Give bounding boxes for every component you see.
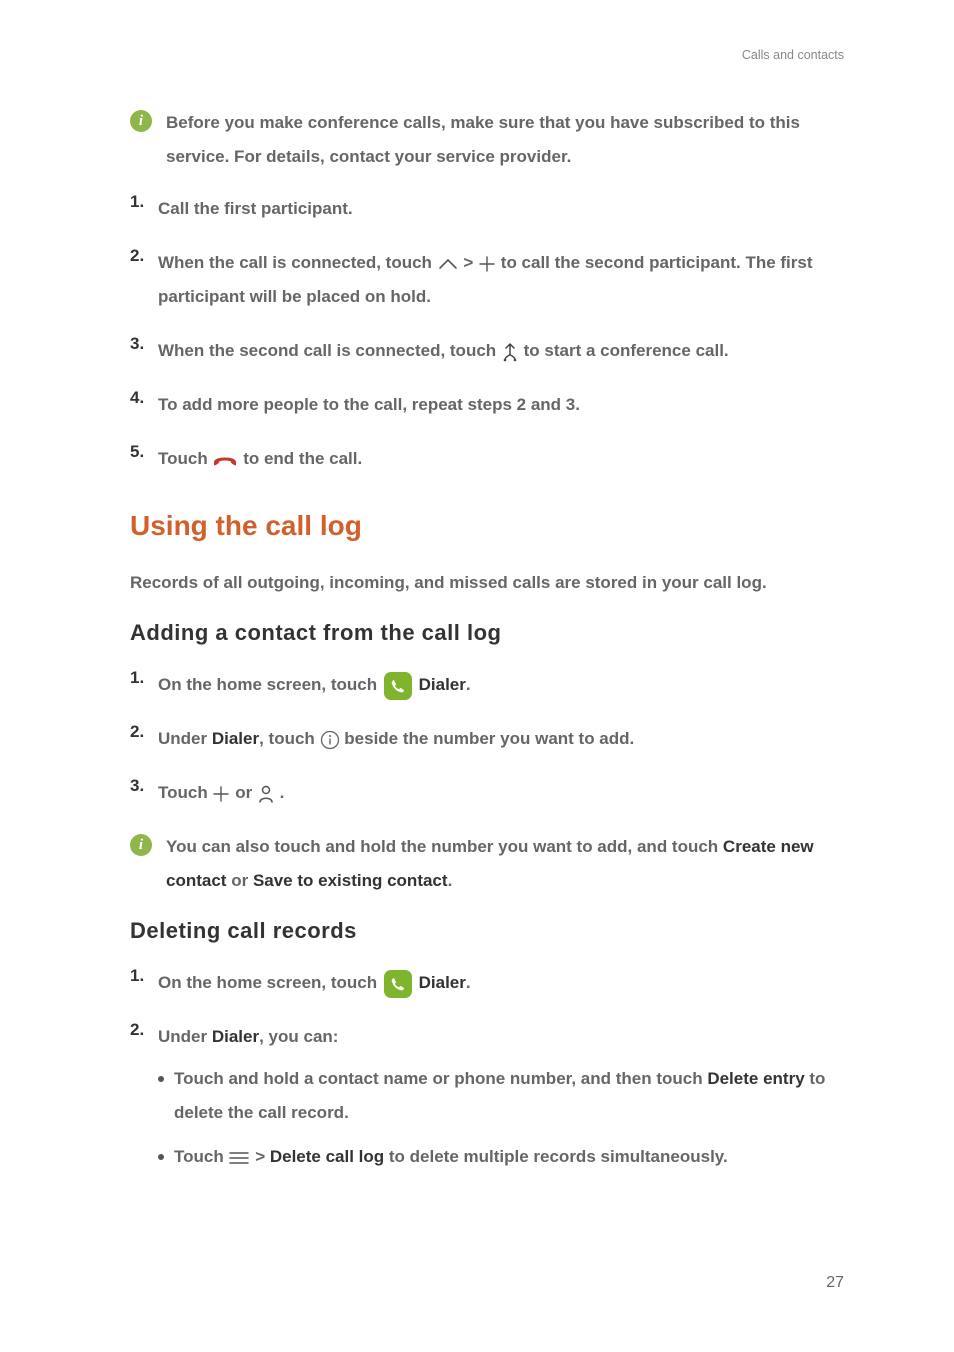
step-1: 1. Call the first participant. — [130, 192, 844, 226]
text: On the home screen, touch — [158, 675, 382, 694]
text: to start a conference call. — [524, 341, 729, 360]
menu-icon — [228, 1150, 250, 1166]
text: > — [255, 1147, 270, 1166]
bullet-body: Touch > Delete call log to delete multip… — [174, 1140, 844, 1174]
note-text: Before you make conference calls, make s… — [166, 106, 844, 174]
step-number: 3. — [130, 334, 154, 354]
merge-calls-icon — [501, 341, 519, 363]
text: Touch — [158, 783, 212, 802]
person-icon — [257, 784, 275, 804]
bullet-icon — [158, 1154, 164, 1160]
page: Calls and contacts i Before you make con… — [0, 0, 954, 1352]
text: . — [448, 871, 453, 890]
note-text: You can also touch and hold the number y… — [166, 830, 844, 898]
text: Under — [158, 729, 212, 748]
step-body: When the second call is connected, touch… — [158, 334, 844, 368]
header-section: Calls and contacts — [742, 48, 844, 62]
step-number: 2. — [130, 246, 154, 266]
page-number: 27 — [826, 1274, 844, 1292]
text: Touch — [174, 1147, 228, 1166]
step-body: Call the first participant. — [158, 192, 844, 226]
plus-icon — [478, 255, 496, 273]
intro-text: Records of all outgoing, incoming, and m… — [130, 566, 844, 600]
step-body: When the call is connected, touch > to c… — [158, 246, 844, 314]
step-body: Touch or . — [158, 776, 844, 810]
text: Under — [158, 1027, 212, 1046]
chevron-up-icon — [437, 256, 459, 272]
step-2: 2. When the call is connected, touch > t… — [130, 246, 844, 314]
content: i Before you make conference calls, make… — [130, 106, 844, 1174]
step-body: Under Dialer, you can: — [158, 1020, 844, 1054]
text: . — [280, 783, 285, 802]
step-4: 4. To add more people to the call, repea… — [130, 388, 844, 422]
text: You can also touch and hold the number y… — [166, 837, 723, 856]
text: Touch and hold a contact name or phone n… — [174, 1069, 707, 1088]
step-number: 5. — [130, 442, 154, 462]
note-touch-hold: i You can also touch and hold the number… — [130, 830, 844, 898]
del-step-2: 2. Under Dialer, you can: — [130, 1020, 844, 1054]
heading-deleting-records: Deleting call records — [130, 918, 844, 944]
note-conference: i Before you make conference calls, make… — [130, 106, 844, 174]
step-body: To add more people to the call, repeat s… — [158, 388, 844, 422]
step-number: 1. — [130, 192, 154, 212]
step-3: 3. When the second call is connected, to… — [130, 334, 844, 368]
text: . — [466, 675, 471, 694]
step-body: Touch to end the call. — [158, 442, 844, 476]
dialer-label: Dialer — [212, 729, 259, 748]
save-existing-contact-label: Save to existing contact — [253, 871, 448, 890]
text: or — [235, 783, 257, 802]
text: When the call is connected, touch — [158, 253, 437, 272]
text: , you can: — [259, 1027, 338, 1046]
text: When the second call is connected, touch — [158, 341, 501, 360]
dialer-label: Dialer — [419, 675, 466, 694]
text: beside the number you want to add. — [344, 729, 634, 748]
bullet-delete-log: Touch > Delete call log to delete multip… — [158, 1140, 844, 1174]
step-body: On the home screen, touch Dialer. — [158, 668, 844, 702]
info-icon: i — [130, 110, 152, 132]
text: > — [463, 253, 478, 272]
step-5: 5. Touch to end the call. — [130, 442, 844, 476]
text: . — [466, 973, 471, 992]
step-number: 3. — [130, 776, 154, 796]
bullet-icon — [158, 1076, 164, 1082]
dialer-app-icon — [384, 672, 412, 700]
step-number: 1. — [130, 668, 154, 688]
step-number: 2. — [130, 1020, 154, 1040]
step-body: Under Dialer, touch beside the number yo… — [158, 722, 844, 756]
dialer-app-icon — [384, 970, 412, 998]
info-icon: i — [130, 834, 152, 856]
text: to end the call. — [243, 449, 362, 468]
heading-adding-contact: Adding a contact from the call log — [130, 620, 844, 646]
text: or — [231, 871, 253, 890]
step-number: 4. — [130, 388, 154, 408]
delete-entry-label: Delete entry — [707, 1069, 804, 1088]
heading-using-call-log: Using the call log — [130, 510, 844, 542]
delete-call-log-label: Delete call log — [270, 1147, 384, 1166]
del-step-1: 1. On the home screen, touch Dialer. — [130, 966, 844, 1000]
end-call-icon — [212, 452, 238, 468]
bullet-body: Touch and hold a contact name or phone n… — [174, 1062, 844, 1130]
text: , touch — [259, 729, 319, 748]
add-step-1: 1. On the home screen, touch Dialer. — [130, 668, 844, 702]
step-number: 1. — [130, 966, 154, 986]
plus-icon — [212, 785, 230, 803]
dialer-label: Dialer — [419, 973, 466, 992]
text: On the home screen, touch — [158, 973, 382, 992]
bullet-delete-entry: Touch and hold a contact name or phone n… — [158, 1062, 844, 1130]
add-step-3: 3. Touch or . — [130, 776, 844, 810]
dialer-label: Dialer — [212, 1027, 259, 1046]
text: Touch — [158, 449, 212, 468]
text: to delete multiple records simultaneousl… — [384, 1147, 728, 1166]
step-body: On the home screen, touch Dialer. — [158, 966, 844, 1000]
add-step-2: 2. Under Dialer, touch beside the number… — [130, 722, 844, 756]
info-circle-icon — [320, 730, 340, 750]
step-number: 2. — [130, 722, 154, 742]
